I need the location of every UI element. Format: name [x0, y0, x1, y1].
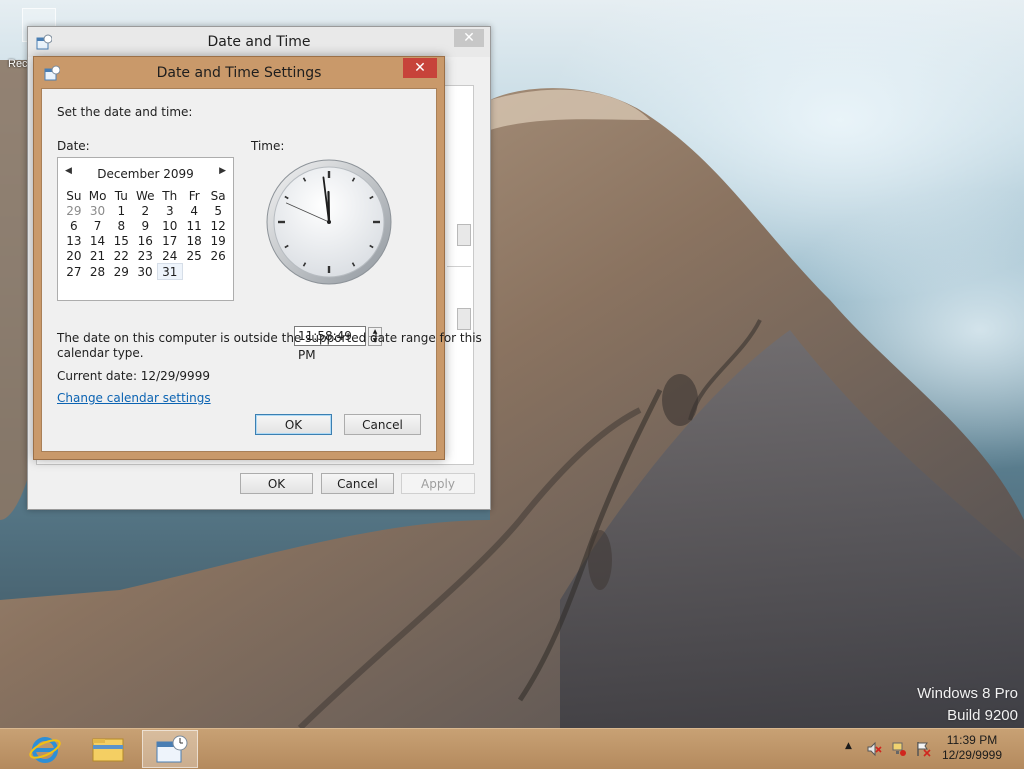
calendar-day[interactable]: 25	[182, 248, 206, 264]
dialog-title: Date and Time Settings	[156, 65, 322, 81]
calendar-day[interactable]: 18	[182, 233, 206, 248]
calendar-day[interactable]: 26	[206, 248, 230, 264]
calendar-day[interactable]: 27	[62, 264, 86, 280]
calendar-day[interactable]: 19	[206, 233, 230, 248]
clock-time: 11:39 PM	[946, 733, 998, 747]
taskbar-datetime-button[interactable]	[142, 730, 198, 768]
dialog-close-button[interactable]: ✕	[403, 58, 437, 78]
calendar-empty-cell	[206, 264, 230, 280]
parent-cancel-button[interactable]: Cancel	[321, 473, 394, 494]
date-label: Date:	[57, 139, 90, 153]
action-center-flag-icon[interactable]	[915, 741, 931, 757]
calendar-day[interactable]: 8	[109, 218, 133, 233]
calendar-day[interactable]: 1	[109, 203, 133, 218]
parent-hidden-button	[457, 224, 471, 246]
month-calendar[interactable]: ◀ December 2099 ▶ Su Mo Tu We Th Fr Sa 29 30 1 2 3 4…	[57, 157, 234, 301]
calendar-day[interactable]: 6	[62, 218, 86, 233]
ok-button[interactable]: OK	[255, 414, 332, 435]
calendar-day[interactable]: 20	[62, 248, 86, 264]
cancel-button[interactable]: Cancel	[344, 414, 421, 435]
dialog-titlebar[interactable]: Date and Time Settings ✕	[34, 57, 444, 87]
calendar-day[interactable]: 22	[109, 248, 133, 264]
calendar-day[interactable]: 5	[206, 203, 230, 218]
watermark-os: Windows 8 Pro	[917, 685, 1018, 702]
calendar-day[interactable]: 30	[133, 264, 157, 280]
calendar-weekday: Sa	[210, 188, 226, 203]
next-month-arrow-icon[interactable]: ▶	[219, 166, 226, 176]
analog-clock	[266, 159, 392, 285]
calendar-weekday: Mo	[88, 188, 107, 203]
calendar-day[interactable]: 10	[157, 218, 182, 233]
parent-hidden-button	[457, 308, 471, 330]
range-warning-line1: The date on this computer is outside the…	[57, 331, 482, 345]
parent-divider	[447, 266, 471, 267]
taskbar-ie-button[interactable]	[17, 730, 73, 768]
calendar-day[interactable]: 13	[62, 233, 86, 248]
calendar-day[interactable]: 31	[156, 263, 183, 280]
show-hidden-icons-icon[interactable]: ▲	[845, 741, 861, 757]
taskbar-explorer-button[interactable]	[80, 730, 136, 768]
calendar-day[interactable]: 23	[133, 248, 157, 264]
range-warning-line2: calendar type.	[57, 346, 144, 360]
parent-apply-button[interactable]: Apply	[401, 473, 475, 494]
calendar-day[interactable]: 16	[133, 233, 157, 248]
calendar-day[interactable]: 3	[157, 203, 182, 218]
change-calendar-settings-link[interactable]: Change calendar settings	[57, 391, 211, 405]
calendar-weekday: Th	[162, 188, 178, 203]
calendar-month-year[interactable]: December 2099	[58, 167, 233, 181]
calendar-day[interactable]: 7	[86, 218, 110, 233]
calendar-weekday: Fr	[188, 188, 200, 203]
clock-date: 12/29/9999	[941, 748, 1002, 762]
calendar-day[interactable]: 21	[86, 248, 110, 264]
calendar-grid: Su Mo Tu We Th Fr Sa 29 30 1 2 3 4 5 6 7 8 9 10 11 12 13 14 15 1…	[62, 188, 230, 280]
time-label: Time:	[251, 139, 285, 153]
calendar-day[interactable]: 29	[62, 203, 86, 218]
calendar-day[interactable]: 15	[109, 233, 133, 248]
watermark-build: Build 9200	[947, 707, 1018, 724]
current-date-text: Current date: 12/29/9999	[57, 369, 210, 383]
calendar-day[interactable]: 4	[182, 203, 206, 218]
calendar-day[interactable]: 30	[86, 203, 110, 218]
calendar-day[interactable]: 2	[133, 203, 157, 218]
parent-titlebar[interactable]: Date and Time ✕	[28, 27, 490, 57]
calendar-day[interactable]: 9	[133, 218, 157, 233]
calendar-day[interactable]: 12	[206, 218, 230, 233]
calendar-empty-cell	[182, 264, 206, 280]
date-time-settings-icon	[156, 735, 188, 763]
calendar-day[interactable]: 17	[157, 233, 182, 248]
calendar-weekday: Su	[66, 188, 82, 203]
parent-title: Date and Time	[207, 34, 311, 50]
taskbar: ▲ 11:39 PM 12/29/9999	[0, 728, 1024, 769]
date-time-settings-dialog: Date and Time Settings ✕ Set the date an…	[33, 56, 482, 460]
calendar-day[interactable]: 29	[109, 264, 133, 280]
desktop-icon-label: Rec	[8, 58, 28, 70]
calendar-day[interactable]: 28	[86, 264, 110, 280]
calendar-day[interactable]: 11	[182, 218, 206, 233]
internet-explorer-icon	[29, 737, 61, 763]
calendar-day[interactable]: 24	[157, 248, 182, 264]
speaker-muted-icon[interactable]	[866, 741, 882, 757]
dialog-body: Set the date and time: Date: Time: ◀ Dec…	[41, 88, 482, 452]
file-explorer-icon	[92, 738, 124, 762]
calendar-weekday: Tu	[114, 188, 128, 203]
network-icon[interactable]	[891, 741, 907, 757]
parent-close-button[interactable]: ✕	[454, 29, 484, 47]
calendar-day[interactable]: 14	[86, 233, 110, 248]
calendar-weekday: We	[136, 188, 155, 203]
intro-text: Set the date and time:	[57, 105, 193, 119]
system-clock[interactable]: 11:39 PM 12/29/9999	[942, 733, 1002, 763]
parent-ok-button[interactable]: OK	[240, 473, 313, 494]
